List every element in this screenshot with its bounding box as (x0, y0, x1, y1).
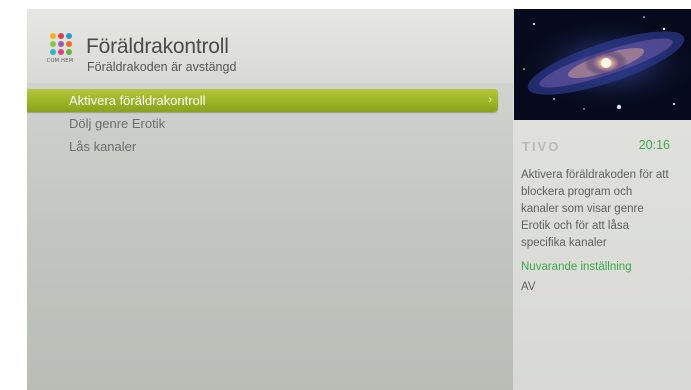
menu-item-label: Dölj genre Erotik (69, 116, 166, 131)
help-description: Aktivera föräldrakoden för att blockera … (521, 169, 669, 249)
tivo-logo: TIVO (522, 139, 561, 154)
logo-wordmark: COM HEM (46, 58, 74, 64)
menu-item-label: Lås kanaler (69, 139, 137, 154)
logo-dot (66, 49, 72, 55)
logo-dot (58, 49, 64, 55)
logo-dot (66, 41, 72, 47)
menu-item-label: Aktivera föräldrakontroll (69, 93, 206, 108)
tv-screen: COM HEM Föräldrakontroll Föräldrakoden ä… (27, 9, 691, 390)
page-title: Föräldrakontroll (86, 35, 229, 58)
logo-dot (50, 41, 56, 47)
clock: 20:16 (638, 138, 670, 152)
galaxy-image (514, 9, 691, 120)
logo-dot (50, 33, 56, 39)
page-subtitle: Föräldrakoden är avstängd (87, 60, 237, 74)
comhem-logo: COM HEM (43, 33, 77, 69)
logo-dot (50, 49, 56, 55)
logo-dot (66, 33, 72, 39)
main-panel: COM HEM Föräldrakontroll Föräldrakoden ä… (27, 9, 513, 390)
menu-item-lock-channels[interactable]: Lås kanaler (27, 135, 498, 158)
current-setting-label: Nuvarande inställning (521, 261, 632, 273)
logo-dot (58, 33, 64, 39)
header: COM HEM Föräldrakontroll Föräldrakoden ä… (27, 9, 513, 83)
menu-item-hide-genre-erotic[interactable]: Dölj genre Erotik (27, 112, 498, 135)
logo-dot (58, 41, 64, 47)
current-setting-value: AV (521, 281, 536, 293)
settings-menu: Aktivera föräldrakontroll › Dölj genre E… (27, 89, 498, 158)
logo-dots-icon (50, 33, 72, 55)
galaxy-preview-image (514, 9, 691, 120)
chevron-right-icon: › (488, 94, 492, 106)
info-panel: TIVO 20:16 Aktivera föräldrakoden för at… (513, 9, 691, 390)
menu-item-activate-parental-control[interactable]: Aktivera föräldrakontroll › (27, 89, 498, 112)
